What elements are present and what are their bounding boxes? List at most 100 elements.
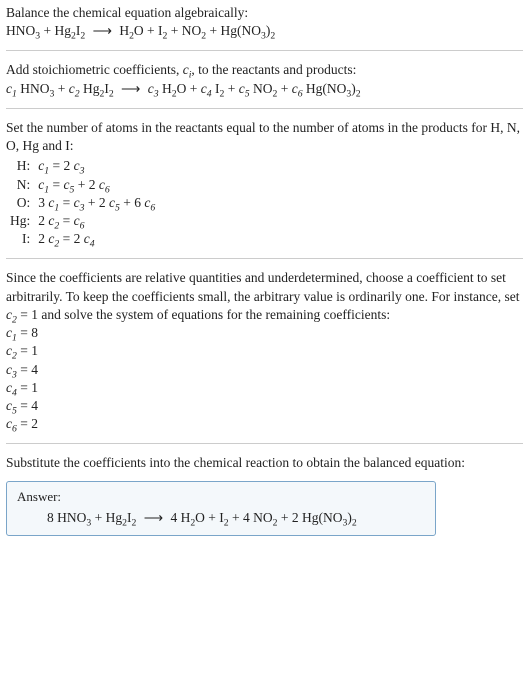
p3: NO2 bbox=[253, 81, 277, 96]
c6s: 6 bbox=[298, 88, 303, 99]
coef-2: 2 bbox=[292, 510, 302, 525]
r2: Hg2I2 bbox=[106, 510, 137, 525]
plus: + bbox=[95, 510, 106, 525]
coef-4b: 4 bbox=[243, 510, 253, 525]
coef-value: c6 = 2 bbox=[6, 415, 523, 433]
p2: I2 bbox=[219, 510, 228, 525]
atom-row: O:3 c1 = c3 + 2 c5 + 6 c6 bbox=[6, 194, 159, 212]
atom-row: Hg:2 c2 = c6 bbox=[6, 212, 159, 230]
subst-text: Substitute the coefficients into the che… bbox=[6, 454, 523, 472]
atom-row: I:2 c2 = 2 c4 bbox=[6, 230, 159, 248]
c3s: 3 bbox=[154, 88, 159, 99]
reactant-2: Hg2I2 bbox=[54, 23, 85, 38]
arrow-icon: ⟶ bbox=[140, 510, 167, 525]
stoich-text-b: , to the reactants and products: bbox=[191, 62, 356, 77]
p1b: O bbox=[134, 23, 144, 38]
p4a: Hg(NO bbox=[221, 23, 262, 38]
arrow-icon: ⟶ bbox=[89, 23, 116, 38]
plus: + bbox=[228, 81, 239, 96]
p3a-sub: 2 bbox=[201, 31, 206, 42]
arrow-icon: ⟶ bbox=[117, 81, 144, 96]
answer-label: Answer: bbox=[17, 488, 425, 506]
p4b-sub: 2 bbox=[270, 31, 275, 42]
p1: H2O bbox=[181, 510, 205, 525]
atom-label: Hg: bbox=[6, 212, 34, 230]
p2: I2 bbox=[215, 81, 224, 96]
plus: + bbox=[281, 81, 292, 96]
choose-coef: c2 bbox=[6, 307, 17, 322]
r1: HNO3 bbox=[57, 510, 91, 525]
coef-value: c3 = 4 bbox=[6, 361, 523, 379]
atom-equation: c1 = c5 + 2 c6 bbox=[34, 176, 159, 194]
subst-block: Substitute the coefficients into the che… bbox=[6, 454, 523, 536]
atom-row: N:c1 = c5 + 2 c6 bbox=[6, 176, 159, 194]
plus: + bbox=[210, 23, 221, 38]
r2: Hg2I2 bbox=[83, 81, 114, 96]
choose-text-a: Since the coefficients are relative quan… bbox=[6, 270, 520, 303]
p4: Hg(NO3)2 bbox=[306, 81, 361, 96]
stoich-text: Add stoichiometric coefficients, ci, to … bbox=[6, 61, 523, 79]
r2b-sub: 2 bbox=[80, 31, 85, 42]
atom-balance-block: Set the number of atoms in the reactants… bbox=[6, 119, 523, 249]
coef-4a: 4 bbox=[170, 510, 180, 525]
p1: H2O bbox=[162, 81, 186, 96]
atom-equation: 2 c2 = 2 c4 bbox=[34, 230, 159, 248]
stoich-equation: c1 HNO3 + c2 Hg2I2 ⟶ c3 H2O + c4 I2 + c5… bbox=[6, 80, 523, 98]
choose-text: Since the coefficients are relative quan… bbox=[6, 269, 523, 324]
atom-equation: c1 = 2 c3 bbox=[34, 157, 159, 175]
solved-list: c1 = 8c2 = 1c3 = 4c4 = 1c5 = 4c6 = 2 bbox=[6, 324, 523, 433]
coef-value: c2 = 1 bbox=[6, 342, 523, 360]
atom-label: H: bbox=[6, 157, 34, 175]
coef-value: c4 = 1 bbox=[6, 379, 523, 397]
stoich-block: Add stoichiometric coefficients, ci, to … bbox=[6, 61, 523, 97]
choose-text-b: = 1 and solve the system of equations fo… bbox=[17, 307, 390, 322]
plus: + bbox=[147, 23, 158, 38]
answer-box: Answer: 8 HNO3 + Hg2I2 ⟶ 4 H2O + I2 + 4 … bbox=[6, 481, 436, 537]
plus: + bbox=[281, 510, 292, 525]
plus: + bbox=[43, 23, 54, 38]
atom-label: I: bbox=[6, 230, 34, 248]
c1s: 1 bbox=[12, 88, 17, 99]
stoich-text-a: Add stoichiometric coefficients, bbox=[6, 62, 183, 77]
product-4: Hg(NO3)2 bbox=[221, 23, 276, 38]
divider bbox=[6, 108, 523, 109]
atom-label: N: bbox=[6, 176, 34, 194]
c2s: 2 bbox=[75, 88, 80, 99]
divider bbox=[6, 443, 523, 444]
r1-sub: 3 bbox=[35, 31, 40, 42]
coef-value: c1 = 8 bbox=[6, 324, 523, 342]
balanced-equation: 8 HNO3 + Hg2I2 ⟶ 4 H2O + I2 + 4 NO2 + 2 … bbox=[17, 509, 425, 527]
plus: + bbox=[171, 23, 182, 38]
intro-block: Balance the chemical equation algebraica… bbox=[6, 4, 523, 40]
atom-equation: 2 c2 = c6 bbox=[34, 212, 159, 230]
intro-text: Balance the chemical equation algebraica… bbox=[6, 4, 523, 22]
p2a-sub: 2 bbox=[163, 31, 168, 42]
divider bbox=[6, 258, 523, 259]
coef-value: c5 = 4 bbox=[6, 397, 523, 415]
r1-base: HNO bbox=[6, 23, 35, 38]
plus: + bbox=[232, 510, 243, 525]
c5s: 5 bbox=[245, 88, 250, 99]
p3: NO2 bbox=[253, 510, 277, 525]
unbalanced-equation: HNO3 + Hg2I2 ⟶ H2O + I2 + NO2 + Hg(NO3)2 bbox=[6, 22, 523, 40]
atom-balance-text: Set the number of atoms in the reactants… bbox=[6, 119, 523, 155]
product-1: H2O bbox=[119, 23, 143, 38]
atom-balance-table: H:c1 = 2 c3N:c1 = c5 + 2 c6O:3 c1 = c3 +… bbox=[6, 157, 159, 248]
atom-row: H:c1 = 2 c3 bbox=[6, 157, 159, 175]
p3a: NO bbox=[182, 23, 202, 38]
atom-equation: 3 c1 = c3 + 2 c5 + 6 c6 bbox=[34, 194, 159, 212]
atom-label: O: bbox=[6, 194, 34, 212]
r2a: Hg bbox=[54, 23, 71, 38]
plus: + bbox=[208, 510, 219, 525]
reactant-1: HNO3 bbox=[6, 23, 40, 38]
divider bbox=[6, 50, 523, 51]
product-2: I2 bbox=[158, 23, 167, 38]
plus: + bbox=[190, 81, 201, 96]
r1: HNO3 bbox=[20, 81, 54, 96]
coef-8: 8 bbox=[47, 510, 57, 525]
choose-block: Since the coefficients are relative quan… bbox=[6, 269, 523, 433]
product-3: NO2 bbox=[182, 23, 206, 38]
p1a: H bbox=[119, 23, 129, 38]
plus: + bbox=[58, 81, 69, 96]
p4: Hg(NO3)2 bbox=[302, 510, 357, 525]
